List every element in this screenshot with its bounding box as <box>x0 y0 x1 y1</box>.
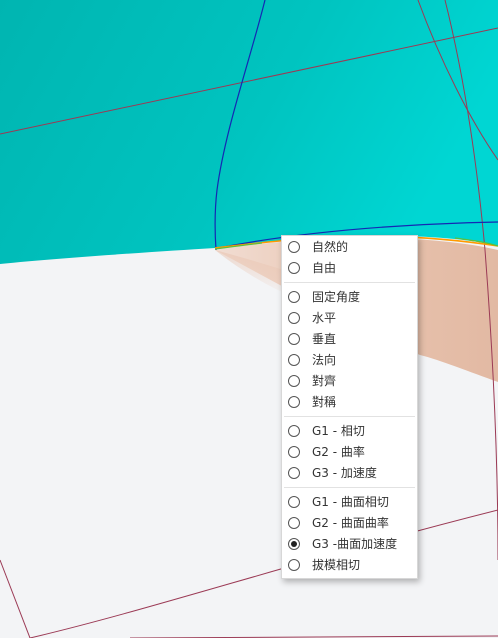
radio-checked-icon[interactable] <box>288 538 300 550</box>
menu-item[interactable]: G2 - 曲率 <box>282 442 417 463</box>
menu-item-label: G3 -曲面加速度 <box>312 537 398 551</box>
constraint-context-menu: 自然的自由固定角度水平垂直法向對齊對稱 G1 - 相切 G2 - 曲率 G3 - 加速… <box>281 235 418 579</box>
cad-3d-scene[interactable] <box>0 0 498 638</box>
menu-item[interactable]: 固定角度 <box>282 287 417 308</box>
menu-item-label: 垂直 <box>312 332 337 346</box>
radio-unchecked-icon[interactable] <box>288 354 300 366</box>
menu-item-label: 法向 <box>312 353 337 367</box>
menu-item[interactable]: 自由 <box>282 258 417 279</box>
radio-unchecked-icon[interactable] <box>288 291 300 303</box>
radio-unchecked-icon[interactable] <box>288 496 300 508</box>
radio-unchecked-icon[interactable] <box>288 559 300 571</box>
radio-unchecked-icon[interactable] <box>288 375 300 387</box>
menu-item-label: 自由 <box>312 261 337 275</box>
menu-item-label: G3 - 加速度 <box>312 466 377 480</box>
menu-item[interactable]: G3 -曲面加速度 <box>282 534 417 555</box>
menu-item-label: G2 - 曲率 <box>312 445 365 459</box>
menu-item[interactable]: 法向 <box>282 350 417 371</box>
menu-item[interactable]: 拔模相切 <box>282 555 417 576</box>
menu-item[interactable]: 垂直 <box>282 329 417 350</box>
menu-item-label: 固定角度 <box>312 290 361 304</box>
radio-unchecked-icon[interactable] <box>288 446 300 458</box>
radio-unchecked-icon[interactable] <box>288 241 300 253</box>
radio-unchecked-icon[interactable] <box>288 262 300 274</box>
radio-unchecked-icon[interactable] <box>288 517 300 529</box>
menu-item[interactable]: 自然的 <box>282 237 417 258</box>
menu-item[interactable]: G1 - 曲面相切 <box>282 492 417 513</box>
menu-item[interactable]: 水平 <box>282 308 417 329</box>
menu-separator <box>284 282 415 283</box>
menu-item[interactable]: G1 - 相切 <box>282 421 417 442</box>
menu-item-label: 自然的 <box>312 240 349 254</box>
menu-item-label: 水平 <box>312 311 337 325</box>
radio-unchecked-icon[interactable] <box>288 467 300 479</box>
radio-unchecked-icon[interactable] <box>288 396 300 408</box>
menu-item[interactable]: G2 - 曲面曲率 <box>282 513 417 534</box>
radio-unchecked-icon[interactable] <box>288 312 300 324</box>
radio-unchecked-icon[interactable] <box>288 333 300 345</box>
menu-separator <box>284 487 415 488</box>
menu-item[interactable]: G3 - 加速度 <box>282 463 417 484</box>
radio-unchecked-icon[interactable] <box>288 425 300 437</box>
menu-item-label: G1 - 曲面相切 <box>312 495 389 509</box>
menu-item[interactable]: 對稱 <box>282 392 417 413</box>
menu-item-label: 對齊 <box>312 374 337 388</box>
menu-item-label: 拔模相切 <box>312 558 361 572</box>
cad-viewport[interactable]: 自然的自由固定角度水平垂直法向對齊對稱 G1 - 相切 G2 - 曲率 G3 - 加速… <box>0 0 498 638</box>
menu-item-label: 對稱 <box>312 395 337 409</box>
menu-item[interactable]: 對齊 <box>282 371 417 392</box>
menu-item-label: G2 - 曲面曲率 <box>312 516 389 530</box>
menu-separator <box>284 416 415 417</box>
menu-item-label: G1 - 相切 <box>312 424 365 438</box>
